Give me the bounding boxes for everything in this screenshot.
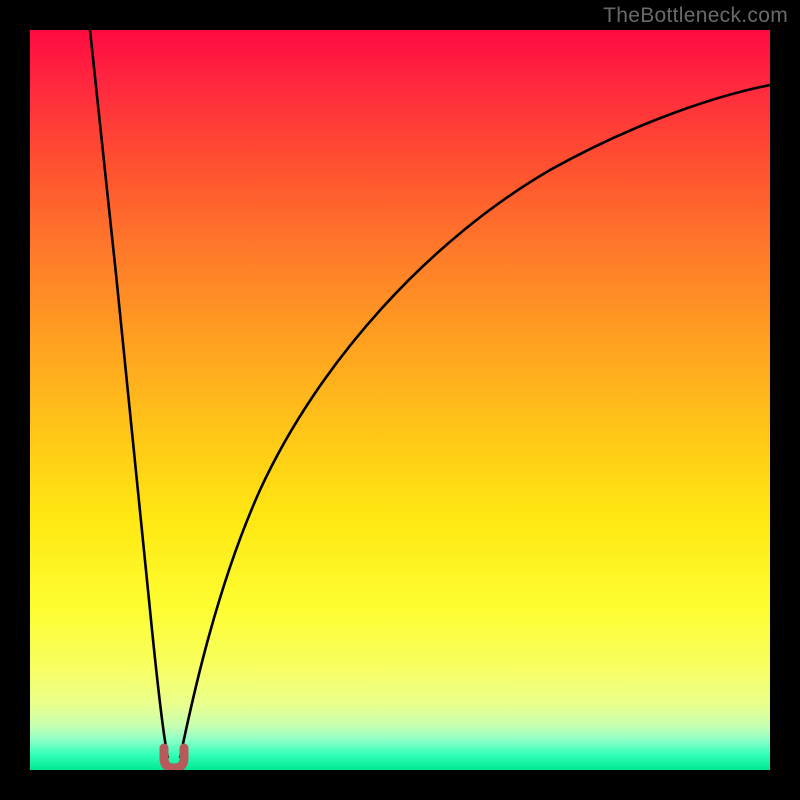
plot-area: [30, 30, 770, 770]
valley-u-marker: [164, 748, 184, 768]
right-branch-curve: [180, 85, 770, 758]
chart-svg: [30, 30, 770, 770]
left-branch-curve: [90, 30, 168, 758]
watermark-text: TheBottleneck.com: [603, 4, 788, 28]
